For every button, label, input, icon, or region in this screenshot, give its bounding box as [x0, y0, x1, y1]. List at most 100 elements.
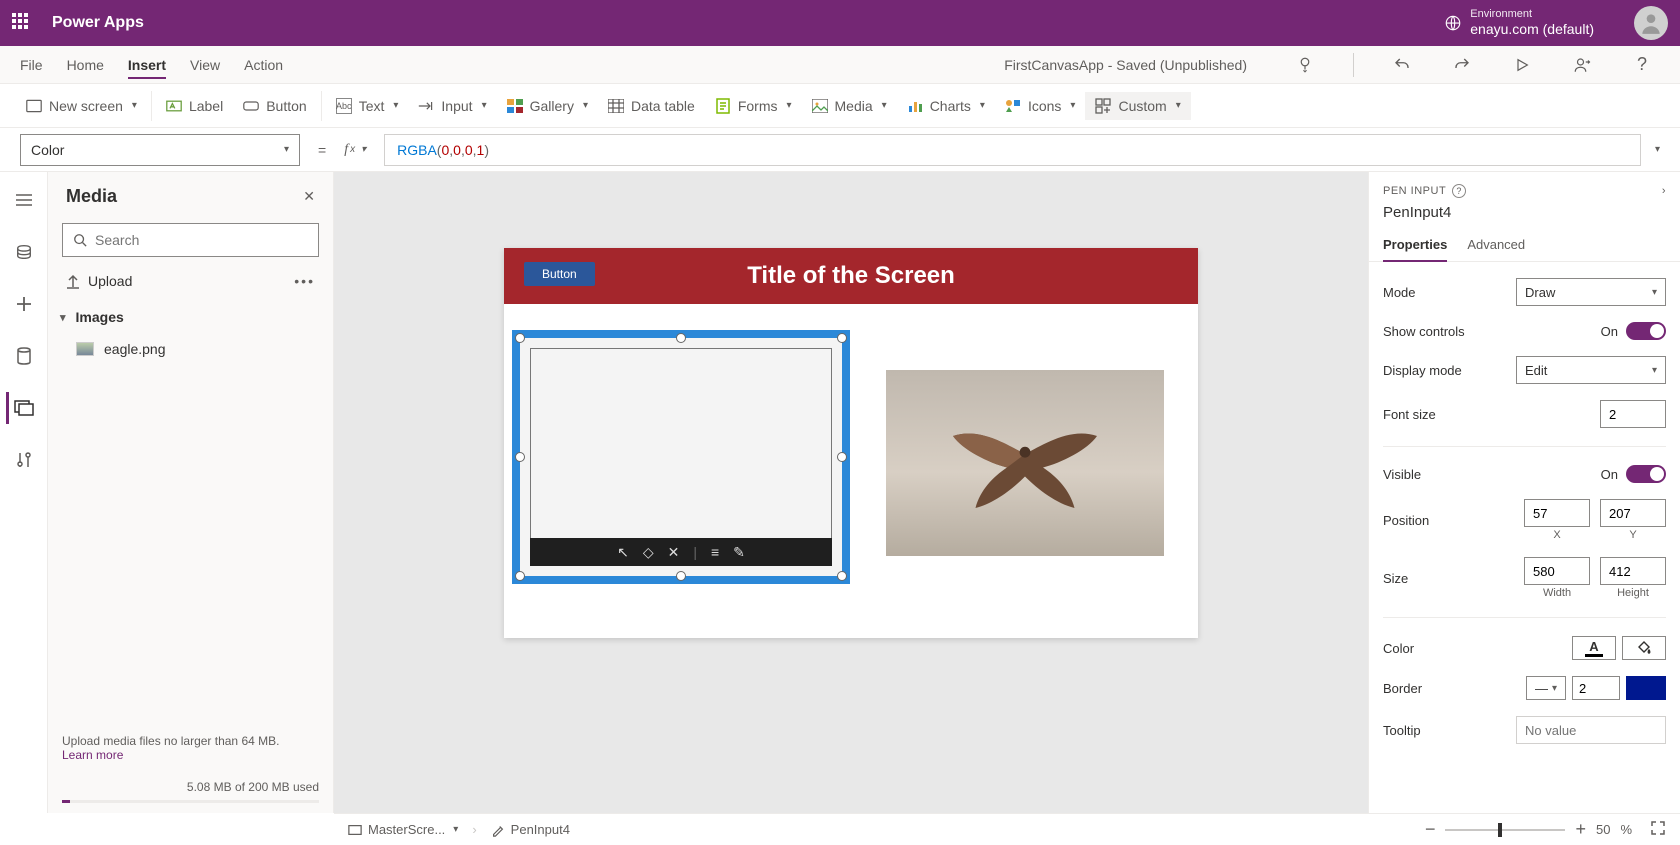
chevron-right-icon[interactable]: ›: [1662, 185, 1666, 197]
text-icon: Abc: [336, 98, 352, 114]
forms-icon: [715, 98, 731, 114]
media-pane-icon[interactable]: [6, 392, 38, 424]
tooltip-input[interactable]: [1516, 716, 1666, 744]
property-selector[interactable]: Color▾: [20, 134, 300, 166]
data-table-button[interactable]: Data table: [598, 92, 705, 120]
label-label: Label: [189, 98, 223, 114]
tab-properties[interactable]: Properties: [1383, 229, 1447, 262]
advanced-tools-icon[interactable]: [8, 444, 40, 476]
screen-breadcrumb[interactable]: MasterScre... ▾: [348, 822, 458, 837]
add-data-icon[interactable]: [8, 288, 40, 320]
status-bar: MasterScre... ▾ › PenInput4 − + 50 %: [334, 813, 1680, 845]
border-width-input[interactable]: [1572, 676, 1620, 700]
upload-button[interactable]: Upload: [66, 273, 132, 289]
app-checker-icon[interactable]: [1295, 55, 1315, 75]
mode-dropdown[interactable]: Draw▾: [1516, 278, 1666, 306]
app-header: Power Apps Environment enayu.com (defaul…: [0, 0, 1680, 46]
learn-more-link[interactable]: Learn more: [62, 748, 319, 762]
zoom-in-button[interactable]: +: [1575, 819, 1586, 840]
button-button[interactable]: Button: [233, 92, 316, 120]
pen-clear-icon[interactable]: ✕: [668, 544, 680, 561]
formula-input[interactable]: RGBA(0, 0, 0, 1): [384, 134, 1641, 166]
environment-picker[interactable]: Environment enayu.com (default): [1444, 8, 1594, 38]
document-title: FirstCanvasApp - Saved (Unpublished): [1004, 57, 1247, 73]
app-launcher-icon[interactable]: [12, 13, 32, 33]
width-input[interactable]: [1524, 557, 1590, 585]
charts-icon: [907, 98, 923, 114]
media-file-item[interactable]: eagle.png: [48, 335, 333, 363]
mode-label: Mode: [1383, 285, 1416, 300]
font-size-label: Font size: [1383, 407, 1436, 422]
pen-draw-icon[interactable]: ↖: [617, 544, 629, 561]
visible-toggle[interactable]: On: [1601, 465, 1666, 483]
font-color-button[interactable]: A: [1572, 636, 1616, 660]
more-icon[interactable]: •••: [294, 273, 315, 289]
border-color-swatch[interactable]: [1626, 676, 1666, 700]
icons-button[interactable]: Icons▾: [995, 92, 1086, 120]
label-button[interactable]: Label: [156, 92, 233, 120]
border-style-dropdown[interactable]: —▾: [1526, 676, 1566, 700]
screen-title-label: Title of the Screen: [747, 262, 955, 290]
insert-pane-icon[interactable]: [8, 236, 40, 268]
custom-button[interactable]: Custom▾: [1085, 92, 1190, 120]
help-icon[interactable]: ?: [1632, 55, 1652, 75]
menu-file[interactable]: File: [20, 57, 43, 73]
input-button[interactable]: Input▾: [408, 92, 496, 120]
menu-view[interactable]: View: [190, 57, 220, 73]
show-controls-toggle[interactable]: On: [1601, 322, 1666, 340]
environment-label: Environment: [1470, 8, 1594, 21]
media-search-input[interactable]: [62, 223, 319, 257]
control-type-label: PEN INPUT: [1383, 185, 1446, 197]
close-icon[interactable]: ✕: [303, 188, 315, 205]
tab-advanced[interactable]: Advanced: [1467, 229, 1525, 261]
screen-header: Button Title of the Screen: [504, 248, 1198, 304]
menu-action[interactable]: Action: [244, 57, 283, 73]
pen-edit-icon[interactable]: ✎: [733, 544, 745, 561]
button-icon: [243, 98, 259, 114]
position-label: Position: [1383, 513, 1429, 528]
canvas-button-control[interactable]: Button: [524, 262, 595, 286]
data-sources-icon[interactable]: [8, 340, 40, 372]
text-button[interactable]: AbcText▾: [326, 92, 409, 120]
share-icon[interactable]: [1572, 55, 1592, 75]
zoom-out-button[interactable]: −: [1425, 819, 1436, 840]
pen-lines-icon[interactable]: ≡: [711, 544, 719, 560]
redo-icon[interactable]: [1452, 55, 1472, 75]
pen-input-control[interactable]: ↖ ◇ ✕ | ≡ ✎: [512, 330, 850, 584]
menu-home[interactable]: Home: [67, 57, 104, 73]
new-screen-button[interactable]: New screen▾: [16, 92, 147, 120]
gallery-label: Gallery: [530, 98, 574, 114]
display-mode-dropdown[interactable]: Edit▾: [1516, 356, 1666, 384]
tree-view-icon[interactable]: [8, 184, 40, 216]
position-y-input[interactable]: [1600, 499, 1666, 527]
fit-to-window-icon[interactable]: [1650, 820, 1666, 839]
app-screen[interactable]: Button Title of the Screen ↖ ◇ ✕ | ≡ ✎: [504, 248, 1198, 638]
pen-erase-icon[interactable]: ◇: [643, 544, 654, 561]
forms-button[interactable]: Forms▾: [705, 92, 802, 120]
input-icon: [418, 98, 434, 114]
user-avatar[interactable]: [1634, 6, 1668, 40]
fx-label[interactable]: fx▾: [344, 142, 372, 158]
properties-panel: PEN INPUT ? › PenInput4 Properties Advan…: [1368, 172, 1680, 813]
search-field[interactable]: [95, 232, 308, 248]
height-input[interactable]: [1600, 557, 1666, 585]
eagle-image-control[interactable]: [886, 370, 1164, 556]
menu-insert[interactable]: Insert: [128, 57, 166, 79]
zoom-slider[interactable]: [1445, 829, 1565, 831]
play-icon[interactable]: [1512, 55, 1532, 75]
font-size-input[interactable]: [1600, 400, 1666, 428]
charts-button[interactable]: Charts▾: [897, 92, 995, 120]
control-breadcrumb[interactable]: PenInput4: [491, 822, 570, 837]
gallery-button[interactable]: Gallery▾: [497, 92, 598, 120]
formula-expand-icon[interactable]: ▾: [1655, 144, 1660, 155]
images-category[interactable]: ▾ Images: [48, 299, 333, 335]
fill-color-button[interactable]: [1622, 636, 1666, 660]
position-x-input[interactable]: [1524, 499, 1590, 527]
undo-icon[interactable]: [1392, 55, 1412, 75]
border-label: Border: [1383, 681, 1422, 696]
chevron-down-icon: ▾: [60, 311, 66, 324]
canvas-area[interactable]: Button Title of the Screen ↖ ◇ ✕ | ≡ ✎: [334, 172, 1368, 813]
input-label: Input: [441, 98, 472, 114]
info-icon[interactable]: ?: [1452, 184, 1466, 198]
media-button[interactable]: Media▾: [802, 92, 897, 120]
